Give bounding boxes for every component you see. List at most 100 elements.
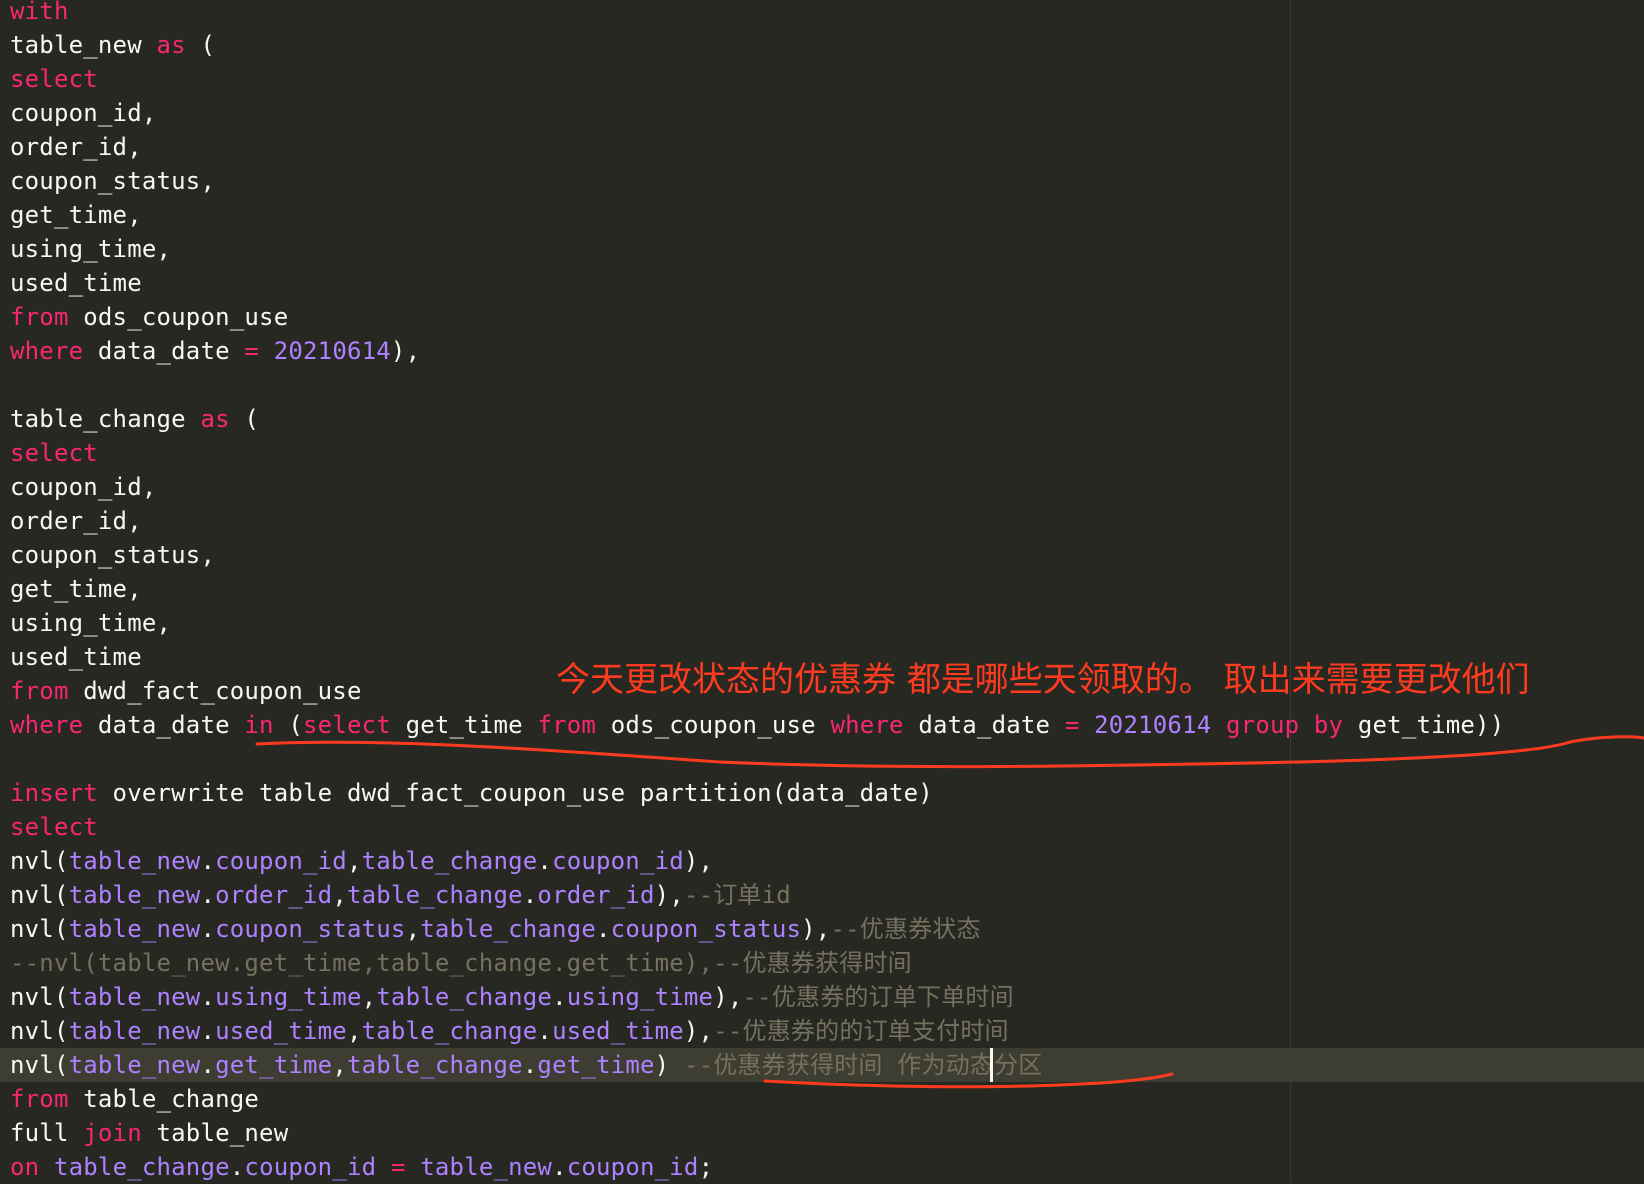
keyword-token: from [10,677,69,705]
code-line[interactable]: coupon_id, [10,470,157,504]
code-line[interactable]: order_id, [10,504,142,538]
code-line[interactable]: on table_change.coupon_id = table_new.co… [10,1150,713,1184]
column-ref-token: used_time [552,1017,684,1045]
code-line[interactable]: nvl(table_new.coupon_status,table_change… [10,912,981,946]
identifier-token: get_time, [10,201,142,229]
identifier-token: data_date [83,337,245,365]
number-token: 20210614 [273,337,391,365]
identifier-token: ods_coupon_use [68,303,289,331]
code-line[interactable]: from ods_coupon_use [10,300,288,334]
punctuation-token: . [200,1017,216,1045]
code-line[interactable]: full join table_new [10,1116,288,1150]
code-line[interactable]: nvl(table_new.using_time,table_change.us… [10,980,1014,1014]
punctuation-token: ( [185,31,216,59]
column-ref-token: table_new [68,1051,201,1079]
code-line[interactable]: select [10,436,98,470]
column-ref-token: using_time [215,983,362,1011]
punctuation-token: ( [273,711,304,739]
keyword-token: as [200,405,230,433]
column-ref-token: table_new [68,881,201,909]
identifier-token: get_time)) [1343,711,1505,739]
keyword-token: as [156,31,186,59]
identifier-token: nvl( [10,1017,69,1045]
code-line[interactable]: insert overwrite table dwd_fact_coupon_u… [10,776,933,810]
code-line[interactable]: nvl(table_new.coupon_id,table_change.cou… [10,844,713,878]
keyword-token: insert [10,779,98,807]
code-line[interactable]: with [10,0,69,28]
punctuation-token: , [361,983,377,1011]
code-line[interactable]: from table_change [10,1082,259,1116]
code-line[interactable]: where data_date in (select get_time from… [10,708,1504,742]
code-line[interactable]: nvl(table_new.get_time,table_change.get_… [10,1048,1042,1082]
identifier-token: order_id, [10,133,142,161]
punctuation-token: . [552,1153,567,1181]
keyword-token: = [390,1153,406,1181]
column-ref-token: using_time [566,983,714,1011]
keyword-token: from [10,303,69,331]
code-line[interactable]: select [10,810,98,844]
code-line[interactable]: get_time, [10,572,142,606]
column-ruler [1290,0,1291,1182]
column-ref-token: table_change [346,881,523,909]
code-line[interactable]: nvl(table_new.order_id,table_change.orde… [10,878,791,912]
comment-token: --优惠券状态 [830,915,981,943]
code-line[interactable]: --nvl(table_new.get_time,table_change.ge… [10,946,912,980]
column-ref-token: table_change [361,847,538,875]
column-ref-token: table_new [420,1153,553,1181]
identifier-token: nvl( [10,1051,69,1079]
code-line[interactable]: order_id, [10,130,142,164]
identifier-token: table_change [10,405,201,433]
identifier-token: order_id, [10,507,142,535]
identifier-token: coupon_status, [10,541,216,569]
code-line[interactable]: using_time, [10,606,171,640]
comment-token: --订单id [683,881,791,909]
punctuation-token: . [522,881,538,909]
identifier-token [1211,711,1226,739]
comment-token: --优惠券的订单下单时间 [742,983,1014,1011]
keyword-token: on [10,1153,40,1181]
punctuation-token: . [200,983,216,1011]
code-line[interactable]: get_time, [10,198,142,232]
code-line[interactable]: from dwd_fact_coupon_use [10,674,362,708]
code-editor[interactable]: with table_new as (select coupon_id, order_… [0,0,1644,1182]
punctuation-token: ) [654,1051,684,1079]
code-line[interactable]: table_change as ( [10,402,259,436]
punctuation-token: , [346,847,362,875]
code-line[interactable]: coupon_status, [10,164,215,198]
column-ref-token: table_change [361,1017,538,1045]
code-line[interactable]: where data_date = 20210614), [10,334,420,368]
code-line[interactable]: table_new as ( [10,28,215,62]
identifier-token: dwd_fact_coupon_use [68,677,362,705]
code-line[interactable]: used_time [10,266,142,300]
punctuation-token: , [332,881,347,909]
column-ref-token: coupon_id [244,1153,377,1181]
punctuation-token: ), [683,1017,714,1045]
column-ref-token: table_change [420,915,597,943]
identifier-token: using_time, [10,235,172,263]
keyword-token: select [303,711,391,739]
code-line[interactable]: nvl(table_new.used_time,table_change.use… [10,1014,1009,1048]
punctuation-token: . [200,881,216,909]
code-line[interactable]: coupon_id, [10,96,157,130]
column-ref-token: order_id [215,881,333,909]
identifier-token: nvl( [10,847,69,875]
keyword-token: select [10,439,98,467]
punctuation-token: . [229,1153,245,1181]
column-ref-token: coupon_id [215,847,347,875]
punctuation-token: ), [713,983,743,1011]
identifier-token: nvl( [10,983,69,1011]
keyword-token: with [10,0,69,25]
punctuation-token: , [405,915,421,943]
identifier-token: ods_coupon_use [596,711,831,739]
code-line[interactable]: coupon_status, [10,538,215,572]
comment-token: --优惠券获得时间 作为动态分区 [683,1051,1043,1079]
code-line[interactable]: select [10,62,98,96]
identifier-token: data_date [903,711,1065,739]
identifier-token [376,1153,391,1181]
punctuation-token: . [537,1017,553,1045]
code-line[interactable]: used_time [10,640,142,674]
code-line[interactable]: using_time, [10,232,171,266]
punctuation-token: . [596,915,611,943]
identifier-token: table_change [68,1085,260,1113]
keyword-token: where [10,711,84,739]
